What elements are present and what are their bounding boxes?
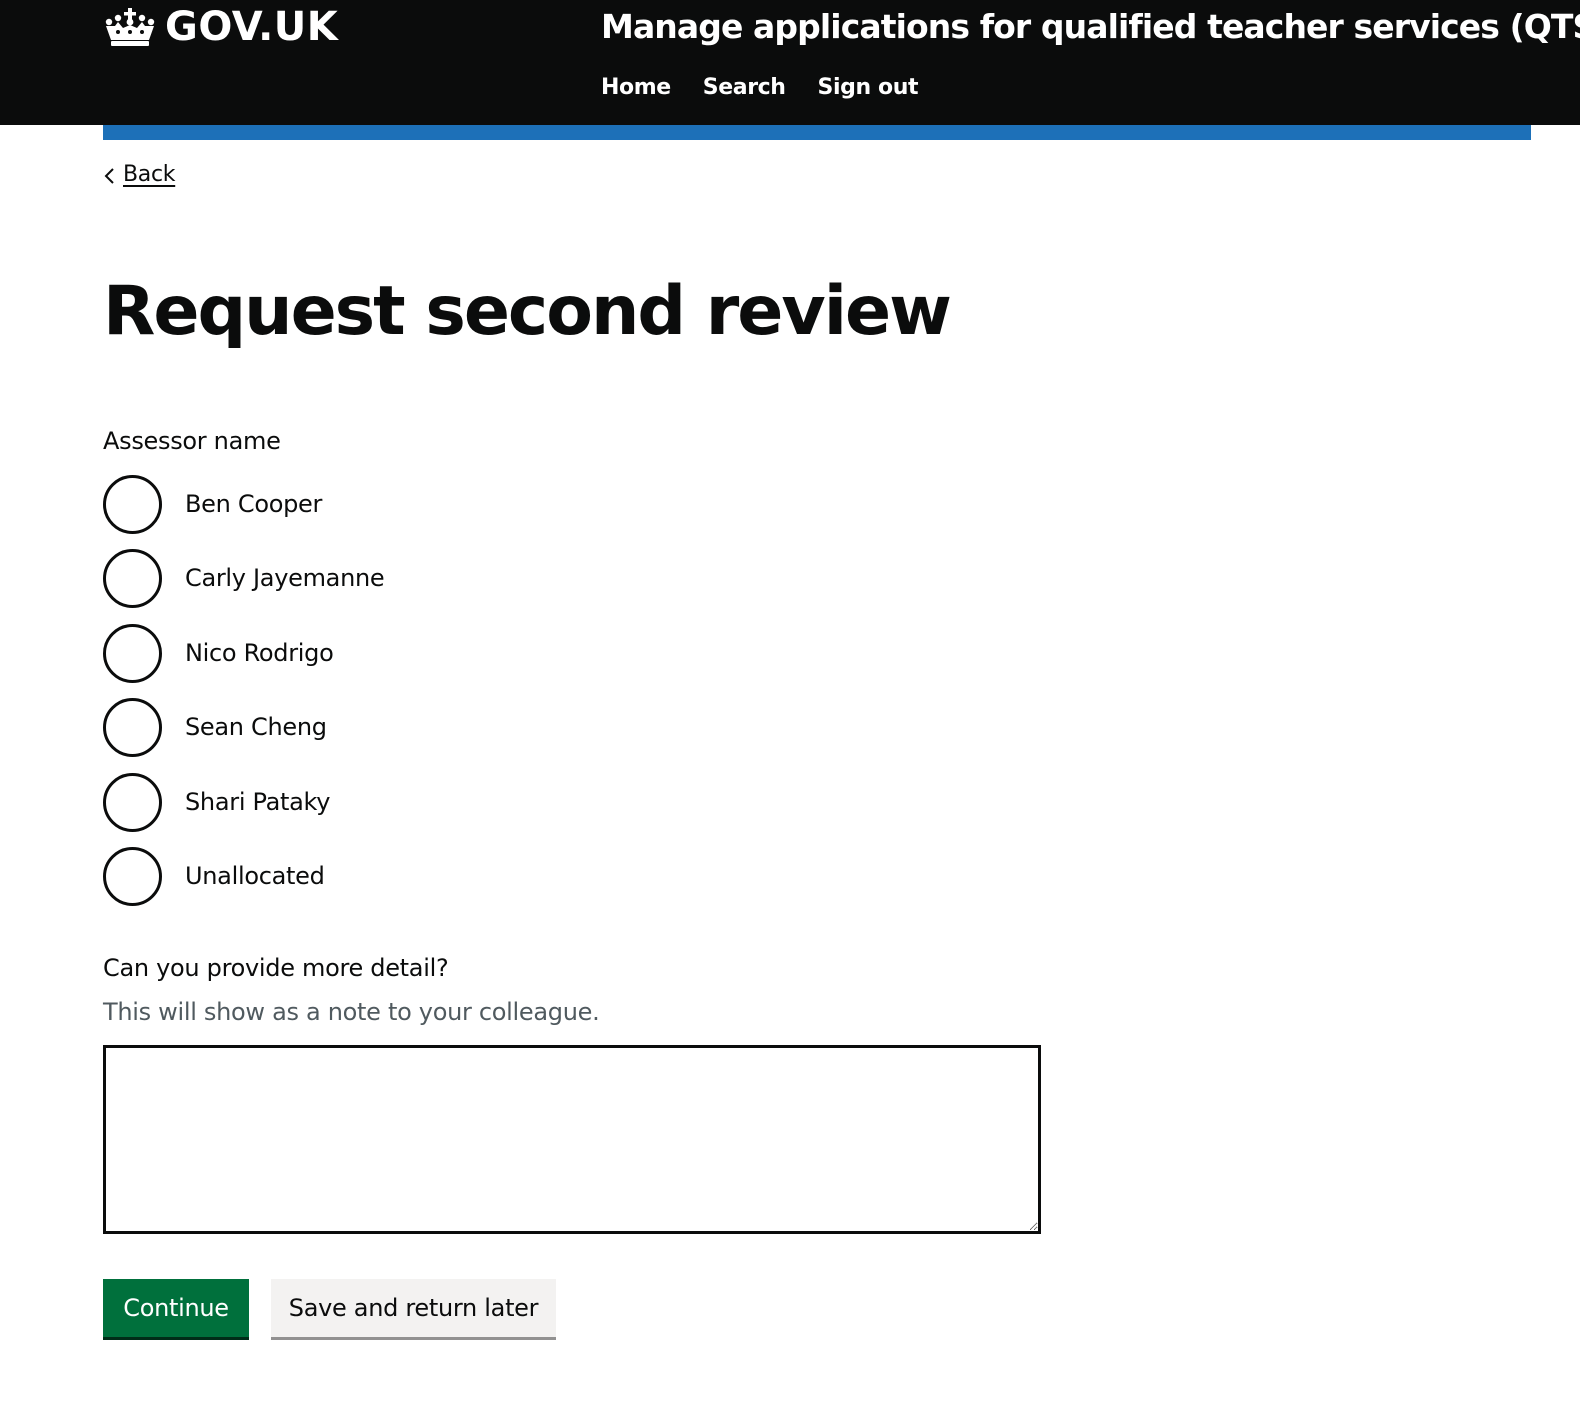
radio-option-shari-pataky[interactable]: Shari Pataky — [103, 772, 330, 832]
radio-label: Sean Cheng — [185, 713, 327, 741]
radio-button[interactable] — [103, 474, 162, 534]
radio-button[interactable] — [103, 623, 162, 683]
radio-button[interactable] — [103, 548, 162, 608]
page-title: Request second review — [103, 272, 952, 351]
header-navigation: Home Search Sign out — [601, 72, 919, 104]
back-link-label: Back — [123, 162, 176, 187]
radio-button[interactable] — [103, 846, 162, 906]
nav-sign-out-link[interactable]: Sign out — [818, 72, 919, 104]
nav-search-link[interactable]: Search — [703, 72, 786, 104]
radio-label: Shari Pataky — [185, 788, 331, 816]
back-link[interactable]: Back — [103, 162, 176, 187]
detail-label: Can you provide more detail? — [103, 954, 449, 982]
save-and-return-later-button[interactable]: Save and return later — [271, 1279, 556, 1337]
service-name[interactable]: Manage applications for qualified teache… — [601, 4, 1580, 50]
radio-option-nico-rodrigo[interactable]: Nico Rodrigo — [103, 623, 334, 683]
radio-option-carly-jayemanne[interactable]: Carly Jayemanne — [103, 548, 385, 608]
radio-label: Unallocated — [185, 862, 325, 890]
radio-option-ben-cooper[interactable]: Ben Cooper — [103, 474, 322, 534]
govuk-logo-link[interactable]: GOV.UK — [103, 4, 338, 50]
crown-icon — [103, 7, 157, 47]
continue-button[interactable]: Continue — [103, 1279, 249, 1337]
radio-option-unallocated[interactable]: Unallocated — [103, 846, 325, 906]
radio-button[interactable] — [103, 697, 162, 757]
radio-button[interactable] — [103, 772, 162, 832]
radio-label: Ben Cooper — [185, 490, 323, 518]
radio-label: Nico Rodrigo — [185, 639, 334, 667]
radio-label: Carly Jayemanne — [185, 564, 385, 592]
logo-text: GOV.UK — [165, 4, 339, 50]
nav-home-link[interactable]: Home — [601, 72, 671, 104]
site-header: GOV.UK Manage applications for qualified… — [0, 0, 1580, 125]
assessor-legend: Assessor name — [103, 427, 281, 455]
detail-hint: This will show as a note to your colleag… — [103, 998, 600, 1026]
chevron-left-icon — [103, 166, 115, 184]
header-accent-bar — [103, 125, 1531, 140]
radio-option-sean-cheng[interactable]: Sean Cheng — [103, 697, 327, 757]
detail-textarea[interactable] — [103, 1045, 1041, 1234]
